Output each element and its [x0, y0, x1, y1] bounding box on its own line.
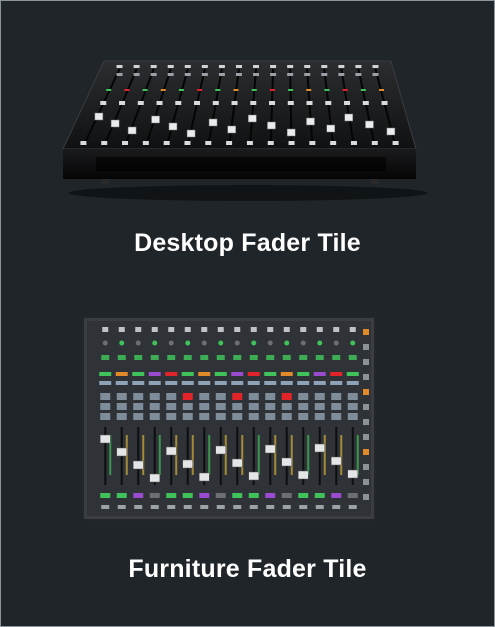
desktop-fader-console-image: [62, 60, 428, 201]
desktop-fader-tile-label: Desktop Fader Tile: [134, 229, 361, 257]
desktop-fader-tile-card[interactable]: Desktop Fader Tile: [1, 41, 494, 271]
furniture-fader-tile-label: Furniture Fader Tile: [128, 555, 367, 583]
fader-tile-list: Desktop Fader Tile Furniture Fader Tile: [0, 0, 495, 627]
furniture-fader-console-image: [82, 316, 376, 521]
furniture-fader-tile-card[interactable]: Furniture Fader Tile: [1, 301, 494, 601]
